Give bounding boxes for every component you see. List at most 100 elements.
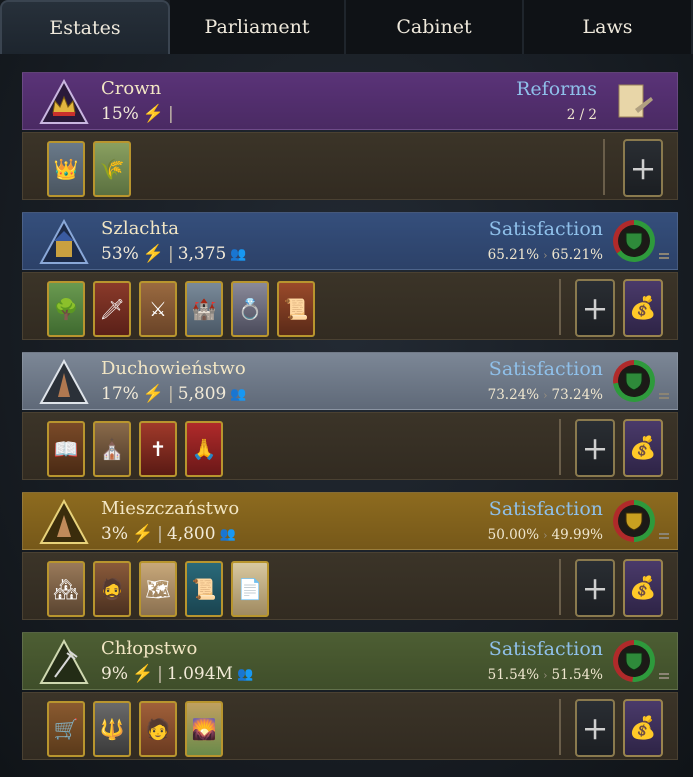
expand-handle-icon[interactable]	[659, 533, 669, 539]
add-privilege-button[interactable]: +	[575, 699, 615, 757]
population-icon: 👥	[230, 386, 247, 402]
privilege-card[interactable]: ⛪	[93, 421, 131, 477]
estate-power: 9%	[101, 664, 128, 684]
privilege-card[interactable]: 🛒	[47, 701, 85, 757]
estate-population: 5,809	[177, 384, 227, 404]
tab-bar: Estates Parliament Cabinet Laws	[0, 0, 693, 54]
estate-privileges-button[interactable]: 💰	[623, 419, 663, 477]
divider	[559, 699, 561, 755]
estate-name: Szlachta	[101, 218, 179, 239]
population-icon: 👥	[219, 526, 236, 542]
satisfaction-label: Satisfaction	[488, 358, 603, 380]
expand-handle-icon[interactable]	[659, 393, 669, 399]
satisfaction-gauge-icon[interactable]	[613, 640, 655, 682]
satisfaction-gauge-icon[interactable]	[613, 360, 655, 402]
privilege-card[interactable]: 🙏	[185, 421, 223, 477]
add-privilege-button[interactable]: +	[575, 419, 615, 477]
privilege-card[interactable]: 🌄	[185, 701, 223, 757]
estate-name: Crown	[101, 78, 162, 99]
privilege-cards: 🏘 🧔 🗺 📜 📄	[47, 561, 269, 617]
shield-icon	[618, 365, 650, 397]
satisfaction-values: 65.21% › 65.21%	[488, 247, 603, 263]
estate-mieszczanstwo: Mieszczaństwo 3% ⚡ | 4,800 👥 Satisfactio…	[22, 492, 678, 624]
privilege-card[interactable]: 🗺	[139, 561, 177, 617]
separator: |	[167, 244, 174, 264]
add-privilege-button[interactable]: +	[575, 559, 615, 617]
estate-stats: 9% ⚡ | 1.094M 👥	[101, 664, 253, 684]
privilege-card[interactable]: 🏰	[185, 281, 223, 337]
estate-header: Duchowieństwo 17% ⚡ | 5,809 👥 Satisfacti…	[22, 352, 678, 410]
estate-header: Crown 15% ⚡ | Reforms 2 / 2	[22, 72, 678, 130]
privilege-card[interactable]: ⚔	[139, 281, 177, 337]
population-icon: 👥	[230, 246, 247, 262]
estate-population: 3,375	[177, 244, 227, 264]
burgher-emblem-icon	[39, 499, 89, 544]
estate-header: Mieszczaństwo 3% ⚡ | 4,800 👥 Satisfactio…	[22, 492, 678, 550]
estate-crown: Crown 15% ⚡ | Reforms 2 / 2 👑 🌾 +	[22, 72, 678, 204]
estate-privileges-button[interactable]: 💰	[623, 559, 663, 617]
estate-name: Chłopstwo	[101, 638, 198, 659]
separator: |	[157, 664, 163, 684]
satisfaction-current: 65.21%	[487, 247, 540, 263]
reforms-count: 2 / 2	[566, 107, 597, 123]
estate-name: Duchowieństwo	[101, 358, 246, 379]
separator: |	[167, 384, 174, 404]
satisfaction-current: 50.00%	[487, 527, 540, 543]
estate-power: 53%	[101, 244, 139, 264]
satisfaction-values: 50.00% › 49.99%	[488, 527, 603, 543]
privilege-card[interactable]: 📄	[231, 561, 269, 617]
bolt-icon: ⚡	[131, 524, 154, 544]
privilege-cards: 🛒 🔱 🧑 🌄	[47, 701, 223, 757]
satisfaction-label: Satisfaction	[488, 218, 603, 240]
tab-cabinet[interactable]: Cabinet	[346, 0, 524, 54]
reforms-label[interactable]: Reforms	[516, 78, 597, 100]
expand-handle-icon[interactable]	[659, 253, 669, 259]
privilege-card[interactable]: 💍	[231, 281, 269, 337]
satisfaction-target: 49.99%	[551, 527, 603, 543]
privilege-card[interactable]: 📜	[185, 561, 223, 617]
estate-body: 🛒 🔱 🧑 🌄 + 💰	[22, 692, 678, 760]
privilege-card[interactable]: 🧑	[139, 701, 177, 757]
satisfaction-gauge-icon[interactable]	[613, 500, 655, 542]
privilege-cards: 👑 🌾	[47, 141, 131, 197]
tab-estates[interactable]: Estates	[0, 0, 170, 54]
privilege-card[interactable]: 🧔	[93, 561, 131, 617]
privilege-card[interactable]: 🔱	[93, 701, 131, 757]
estate-stats: 17% ⚡ | 5,809 👥	[101, 384, 247, 404]
satisfaction-gauge-icon[interactable]	[613, 220, 655, 262]
shield-icon	[618, 645, 650, 677]
satisfaction-target: 65.21%	[551, 247, 603, 263]
privilege-card[interactable]: 🌾	[93, 141, 131, 197]
privilege-card[interactable]: 🏘	[47, 561, 85, 617]
add-reform-button[interactable]: +	[623, 139, 663, 197]
shield-icon	[618, 225, 650, 257]
privilege-card[interactable]: 📜	[277, 281, 315, 337]
separator: |	[167, 104, 174, 124]
privilege-card[interactable]: ✝	[139, 421, 177, 477]
privilege-card[interactable]: 🌳	[47, 281, 85, 337]
tab-laws[interactable]: Laws	[524, 0, 693, 54]
satisfaction-values: 51.54% › 51.54%	[488, 667, 603, 683]
scroll-icon[interactable]	[611, 79, 655, 123]
estate-power: 17%	[101, 384, 139, 404]
arrow-icon: ›	[543, 668, 548, 682]
satisfaction-target: 73.24%	[551, 387, 603, 403]
expand-handle-icon[interactable]	[659, 673, 669, 679]
estate-privileges-button[interactable]: 💰	[623, 699, 663, 757]
privilege-card[interactable]: 📖	[47, 421, 85, 477]
estate-header: Szlachta 53% ⚡ | 3,375 👥 Satisfaction 65…	[22, 212, 678, 270]
estate-szlachta: Szlachta 53% ⚡ | 3,375 👥 Satisfaction 65…	[22, 212, 678, 344]
bolt-icon: ⚡	[142, 104, 164, 124]
estate-power: 15%	[101, 104, 139, 124]
satisfaction-current: 73.24%	[487, 387, 540, 403]
privilege-card[interactable]: 🗡	[93, 281, 131, 337]
privilege-card[interactable]: 👑	[47, 141, 85, 197]
estate-stats: 53% ⚡ | 3,375 👥	[101, 244, 247, 264]
praying-hands-emblem-icon	[39, 359, 89, 404]
estate-privileges-button[interactable]: 💰	[623, 279, 663, 337]
add-privilege-button[interactable]: +	[575, 279, 615, 337]
divider	[603, 139, 605, 195]
estate-power: 3%	[101, 524, 128, 544]
tab-parliament[interactable]: Parliament	[170, 0, 346, 54]
shield-icon	[618, 505, 650, 537]
